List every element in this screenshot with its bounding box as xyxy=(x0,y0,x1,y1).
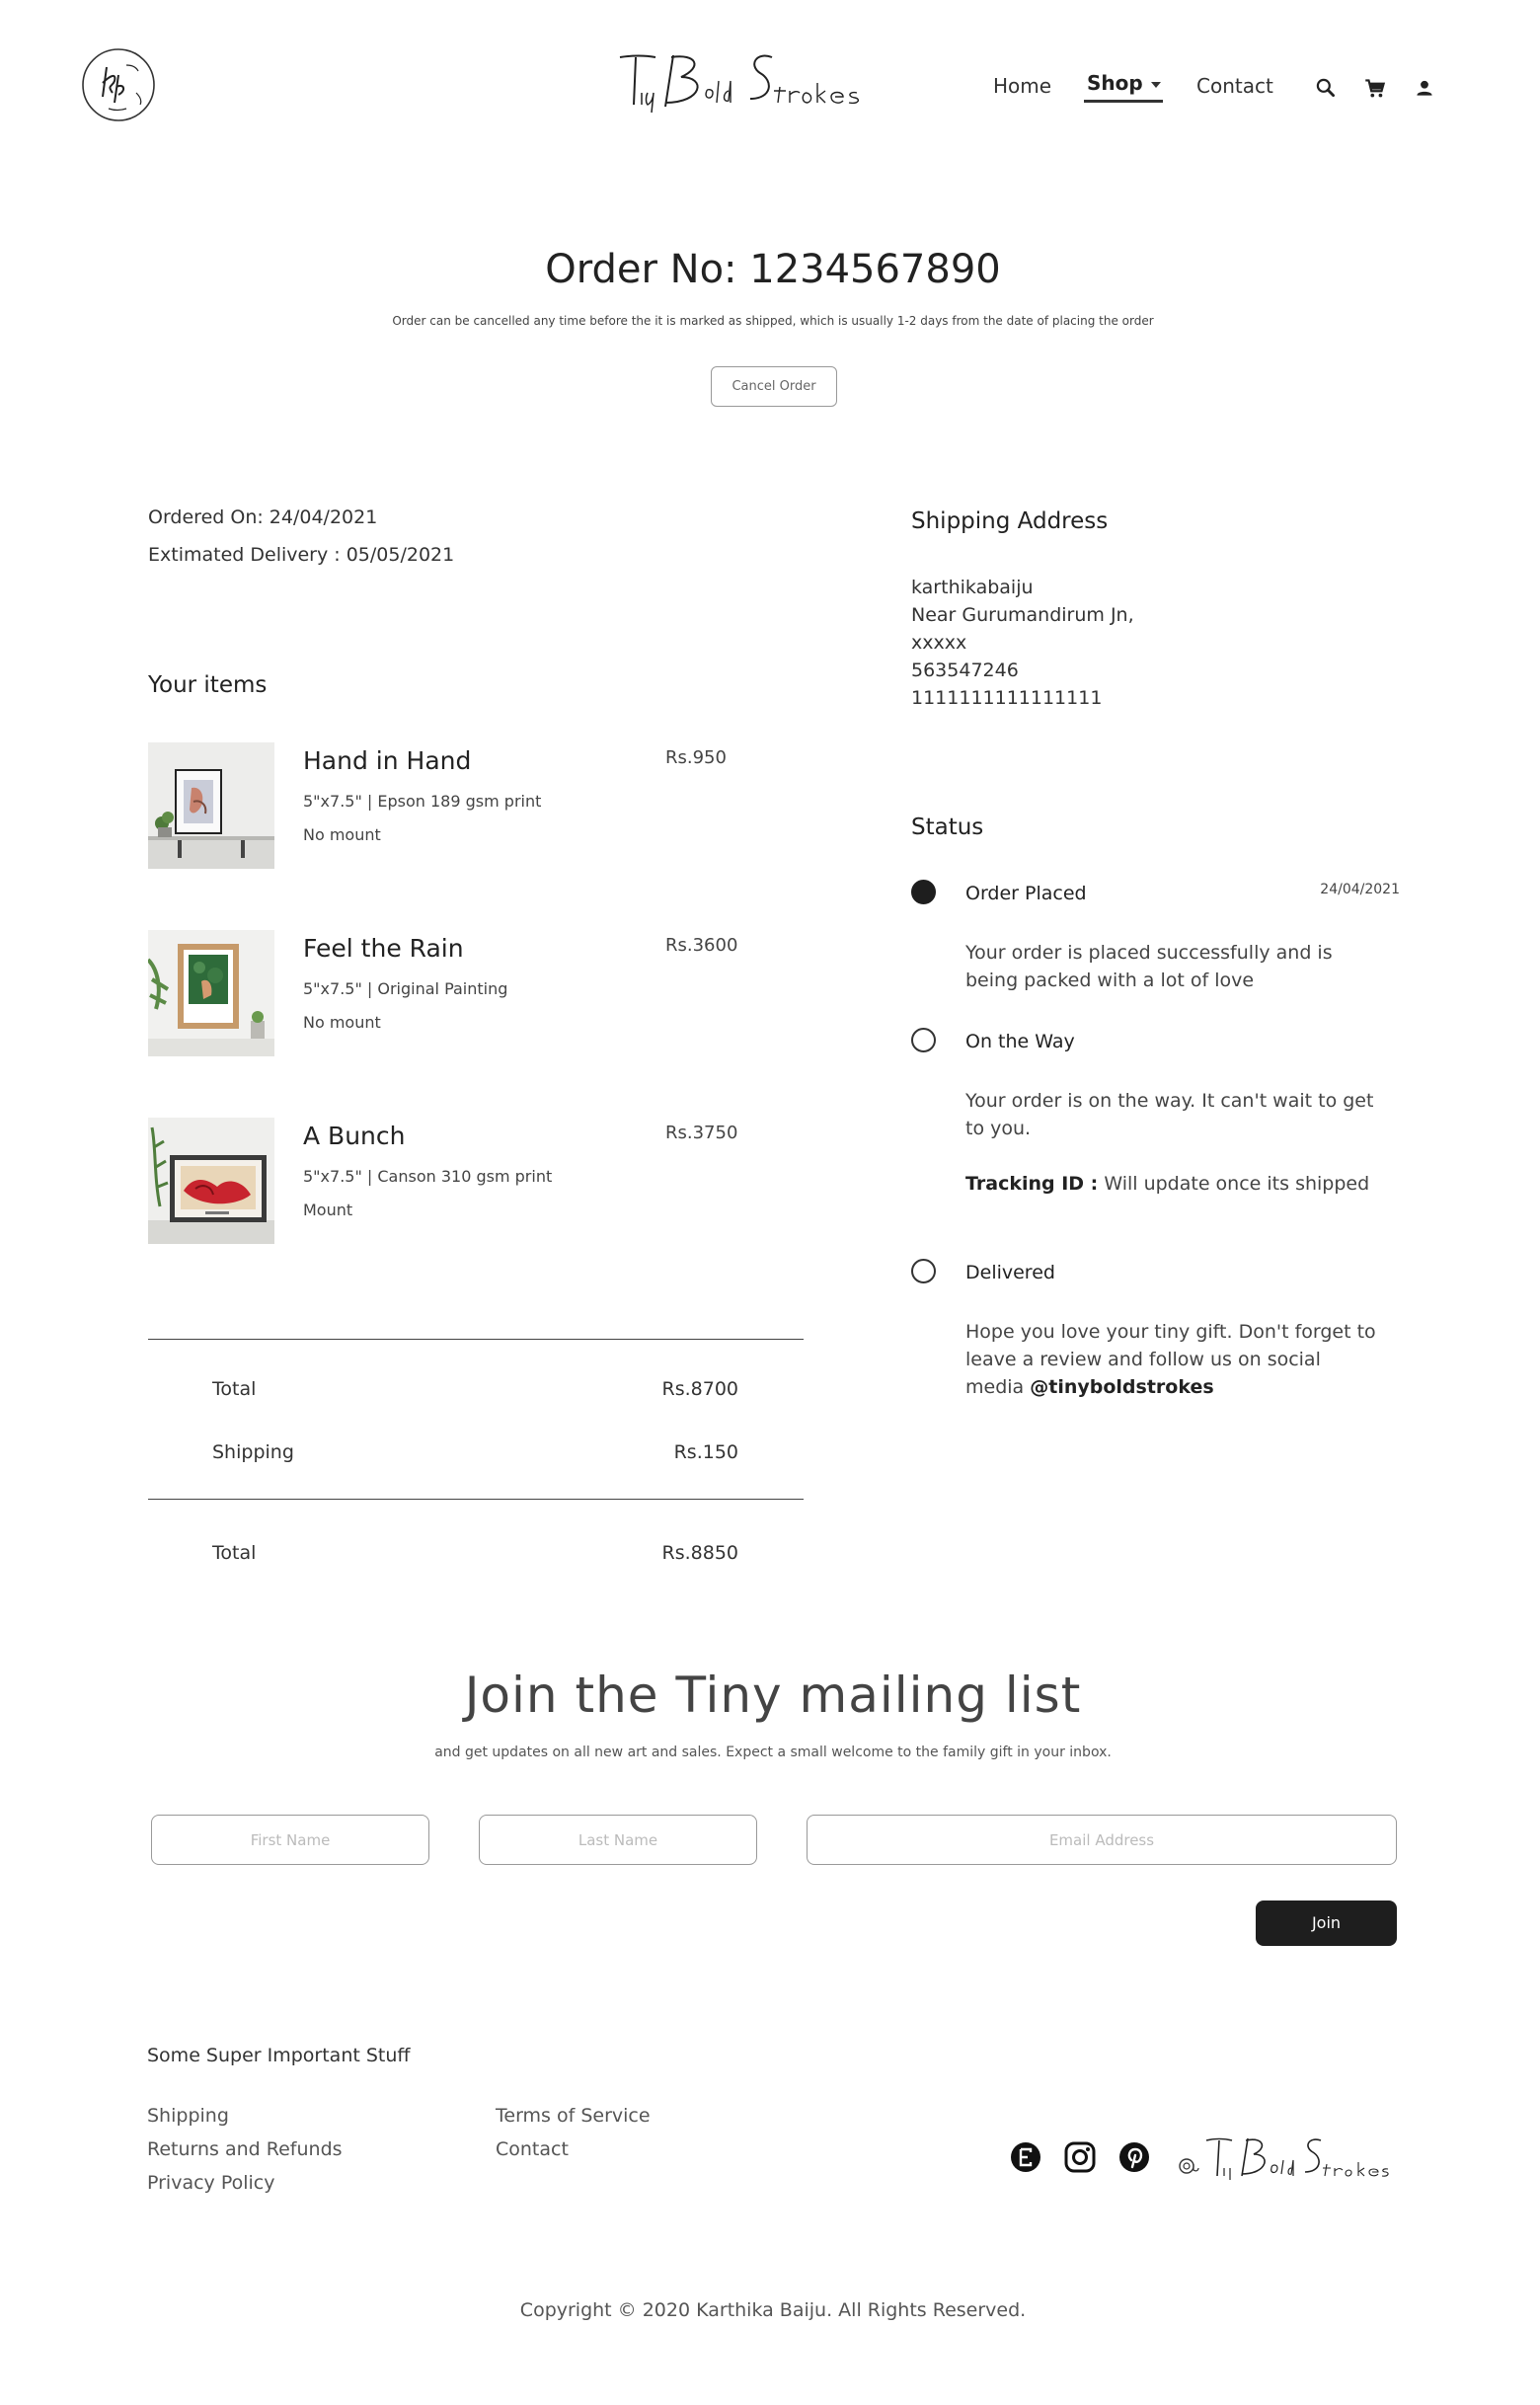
item-name[interactable]: Feel the Rain xyxy=(303,934,464,963)
logo-icon[interactable] xyxy=(79,45,158,124)
status-step-description: Hope you love your tiny gift. Don't forg… xyxy=(965,1318,1380,1401)
brand-handle-logo[interactable] xyxy=(1173,2129,1410,2188)
item-thumbnail[interactable] xyxy=(148,930,274,1056)
items-heading: Your items xyxy=(148,672,268,698)
brand-logo[interactable] xyxy=(612,47,888,116)
item-mount: No mount xyxy=(303,825,381,844)
status-step-description: Your order is placed successfully and is… xyxy=(965,942,1333,991)
tracking-info: Tracking ID : Will update once its shipp… xyxy=(965,1170,1380,1198)
first-name-field[interactable] xyxy=(151,1815,429,1865)
footer-link-contact[interactable]: Contact xyxy=(496,2138,569,2160)
item-price: Rs.3600 xyxy=(665,935,738,956)
status-step-done-indicator xyxy=(911,880,936,904)
footer-heading: Some Super Important Stuff xyxy=(147,2045,411,2066)
item-price: Rs.3750 xyxy=(665,1123,738,1143)
email-field[interactable] xyxy=(807,1815,1397,1865)
mailing-list-title: Join the Tiny mailing list xyxy=(464,1667,1082,1724)
shipping-value: Rs.150 xyxy=(673,1441,738,1463)
total-label: Total xyxy=(212,1542,257,1564)
address-line: 563547246 xyxy=(911,659,1019,681)
cart-icon[interactable] xyxy=(1362,75,1388,101)
copyright-text: Copyright © 2020 Karthika Baiju. All Rig… xyxy=(519,2299,1027,2321)
footer-link-shipping[interactable]: Shipping xyxy=(147,2105,229,2127)
social-handle-link[interactable]: @tinyboldstrokes xyxy=(1030,1376,1213,1398)
cancel-order-button[interactable]: Cancel Order xyxy=(711,366,837,407)
item-thumbnail[interactable] xyxy=(148,1118,274,1244)
chevron-down-icon xyxy=(1150,81,1161,88)
estimated-delivery-date: Extimated Delivery : 05/05/2021 xyxy=(148,544,455,566)
user-icon[interactable] xyxy=(1412,75,1437,101)
status-heading: Status xyxy=(911,815,984,840)
tracking-label: Tracking ID : xyxy=(965,1173,1099,1195)
item-spec: 5"x7.5" | Epson 189 gsm print xyxy=(303,792,542,811)
footer-link-returns[interactable]: Returns and Refunds xyxy=(147,2138,343,2160)
status-step-label: Order Placed xyxy=(965,883,1087,904)
status-step-label: Delivered xyxy=(965,1262,1055,1283)
active-nav-indicator xyxy=(1084,100,1163,103)
nav-contact[interactable]: Contact xyxy=(1196,74,1273,98)
last-name-field[interactable] xyxy=(479,1815,757,1865)
search-icon[interactable] xyxy=(1313,75,1339,101)
mailing-list-subtitle: and get updates on all new art and sales… xyxy=(434,1745,1112,1760)
shipping-address-heading: Shipping Address xyxy=(911,508,1109,534)
footer-link-terms[interactable]: Terms of Service xyxy=(496,2105,651,2127)
divider xyxy=(148,1499,804,1500)
item-thumbnail[interactable] xyxy=(148,742,274,869)
instagram-icon[interactable] xyxy=(1063,2140,1097,2174)
address-line: xxxxx xyxy=(911,632,967,654)
tracking-value: Will update once its shipped xyxy=(1104,1173,1370,1195)
status-step-label: On the Way xyxy=(965,1031,1075,1052)
shipping-address: karthikabaiju Near Gurumandirum Jn, xxxx… xyxy=(911,574,1134,712)
status-step-pending-indicator xyxy=(911,1028,936,1052)
status-step-pending-indicator xyxy=(911,1259,936,1283)
item-name[interactable]: A Bunch xyxy=(303,1122,405,1150)
subtotal-label: Total xyxy=(212,1378,257,1400)
item-spec: 5"x7.5" | Canson 310 gsm print xyxy=(303,1167,553,1186)
address-line: Near Gurumandirum Jn, xyxy=(911,604,1134,626)
cancel-policy-note: Order can be cancelled any time before t… xyxy=(392,314,1154,328)
item-mount: Mount xyxy=(303,1201,353,1219)
nav-home[interactable]: Home xyxy=(993,74,1051,98)
status-step-date: 24/04/2021 xyxy=(1320,882,1400,897)
subtotal-value: Rs.8700 xyxy=(661,1378,739,1400)
address-line: 1111111111111111 xyxy=(911,687,1103,709)
etsy-icon[interactable] xyxy=(1009,2140,1042,2174)
divider xyxy=(148,1339,804,1340)
join-button[interactable]: Join xyxy=(1256,1901,1397,1946)
nav-shop-label: Shop xyxy=(1087,71,1143,95)
item-spec: 5"x7.5" | Original Painting xyxy=(303,979,508,998)
item-mount: No mount xyxy=(303,1013,381,1032)
item-price: Rs.950 xyxy=(665,747,727,768)
page-title: Order No: 1234567890 xyxy=(545,247,1001,292)
ordered-on-date: Ordered On: 24/04/2021 xyxy=(148,506,378,528)
total-value: Rs.8850 xyxy=(661,1542,739,1564)
item-name[interactable]: Hand in Hand xyxy=(303,746,471,775)
status-step-description: Your order is on the way. It can't wait … xyxy=(965,1090,1374,1139)
address-line: karthikabaiju xyxy=(911,577,1034,598)
nav-shop[interactable]: Shop xyxy=(1087,71,1161,95)
footer-link-privacy[interactable]: Privacy Policy xyxy=(147,2172,274,2194)
pinterest-icon[interactable] xyxy=(1117,2140,1151,2174)
shipping-label: Shipping xyxy=(212,1441,294,1463)
